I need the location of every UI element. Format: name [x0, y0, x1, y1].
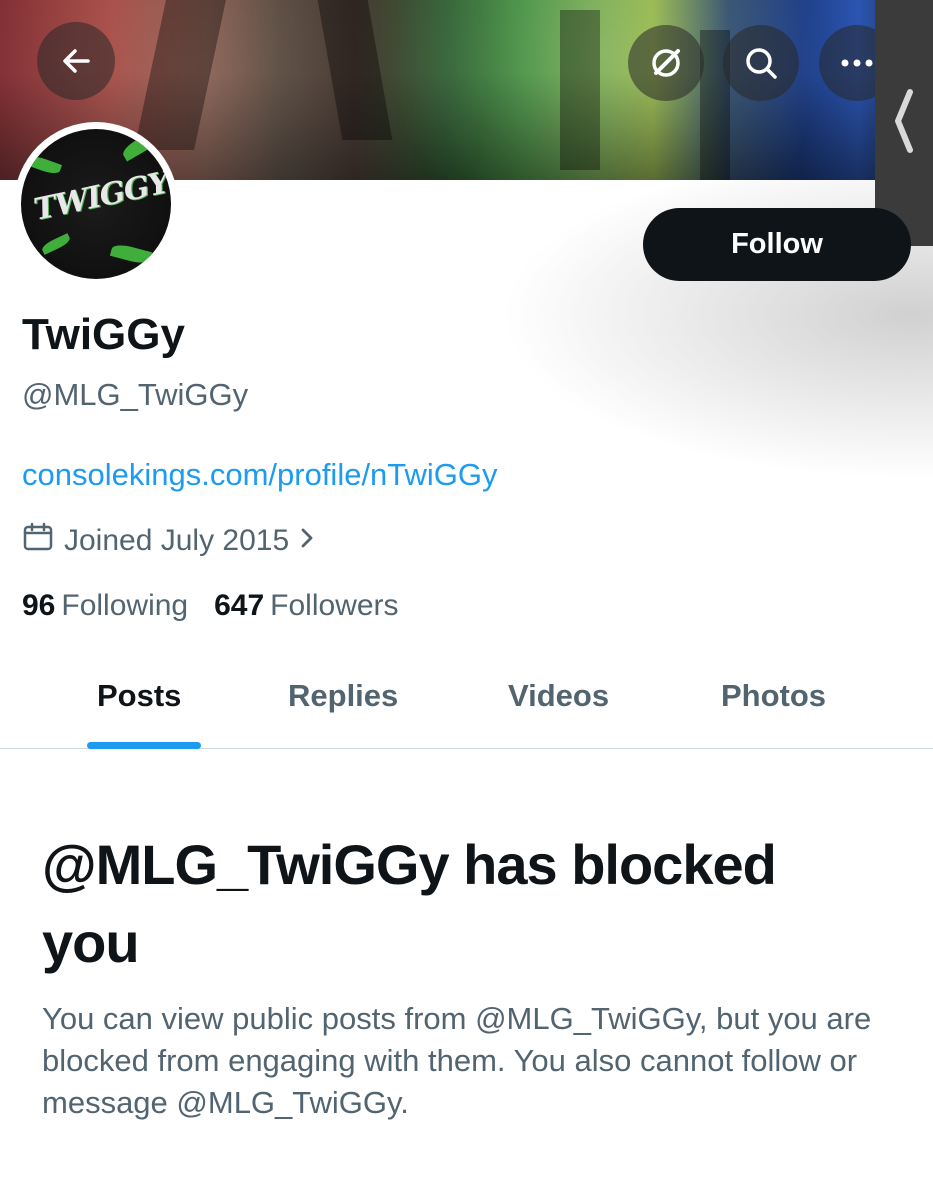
- search-icon: [742, 44, 780, 82]
- blocked-title: @MLG_TwiGGy has blocked you: [42, 833, 777, 974]
- search-button[interactable]: [723, 25, 799, 101]
- tab-videos[interactable]: Videos: [508, 678, 609, 714]
- tab-posts[interactable]: Posts: [97, 678, 181, 714]
- blocked-description: You can view public posts from @MLG_TwiG…: [42, 1001, 872, 1120]
- followers-count: 647: [214, 589, 265, 622]
- joined-date: Joined July 2015: [64, 524, 290, 557]
- followers-label: Followers: [270, 589, 399, 622]
- chevron-right-icon: [299, 524, 315, 558]
- following-stat[interactable]: 96 Following: [22, 589, 188, 623]
- tab-replies[interactable]: Replies: [288, 678, 398, 714]
- following-count: 96: [22, 589, 56, 622]
- avatar-logo-text: TWIGGY: [30, 165, 171, 228]
- joined-date-row[interactable]: Joined July 2015: [22, 521, 315, 561]
- active-tab-indicator: [87, 742, 201, 749]
- following-label: Following: [61, 589, 189, 622]
- tab-photos[interactable]: Photos: [721, 678, 826, 714]
- chevron-left-icon: [892, 88, 916, 159]
- profile-tabs: Posts Replies Videos Photos: [0, 664, 933, 749]
- handle: @MLG_TwiGGy: [22, 377, 249, 412]
- followers-stat[interactable]: 647 Followers: [214, 589, 398, 623]
- avatar-image: TWIGGY: [21, 129, 171, 279]
- more-horizontal-icon: [839, 58, 875, 68]
- display-name: TwiGGy: [22, 310, 185, 359]
- slashed-circle-icon: [647, 44, 685, 82]
- arrow-left-icon: [60, 45, 92, 77]
- grok-button[interactable]: [628, 25, 704, 101]
- back-button[interactable]: [37, 22, 115, 100]
- follow-stats: 96 Following 647 Followers: [22, 589, 399, 623]
- website-link[interactable]: consolekings.com/profile/nTwiGGy: [22, 457, 498, 493]
- calendar-icon: [22, 521, 54, 561]
- avatar[interactable]: TWIGGY: [14, 122, 178, 286]
- follow-button[interactable]: Follow: [643, 208, 911, 281]
